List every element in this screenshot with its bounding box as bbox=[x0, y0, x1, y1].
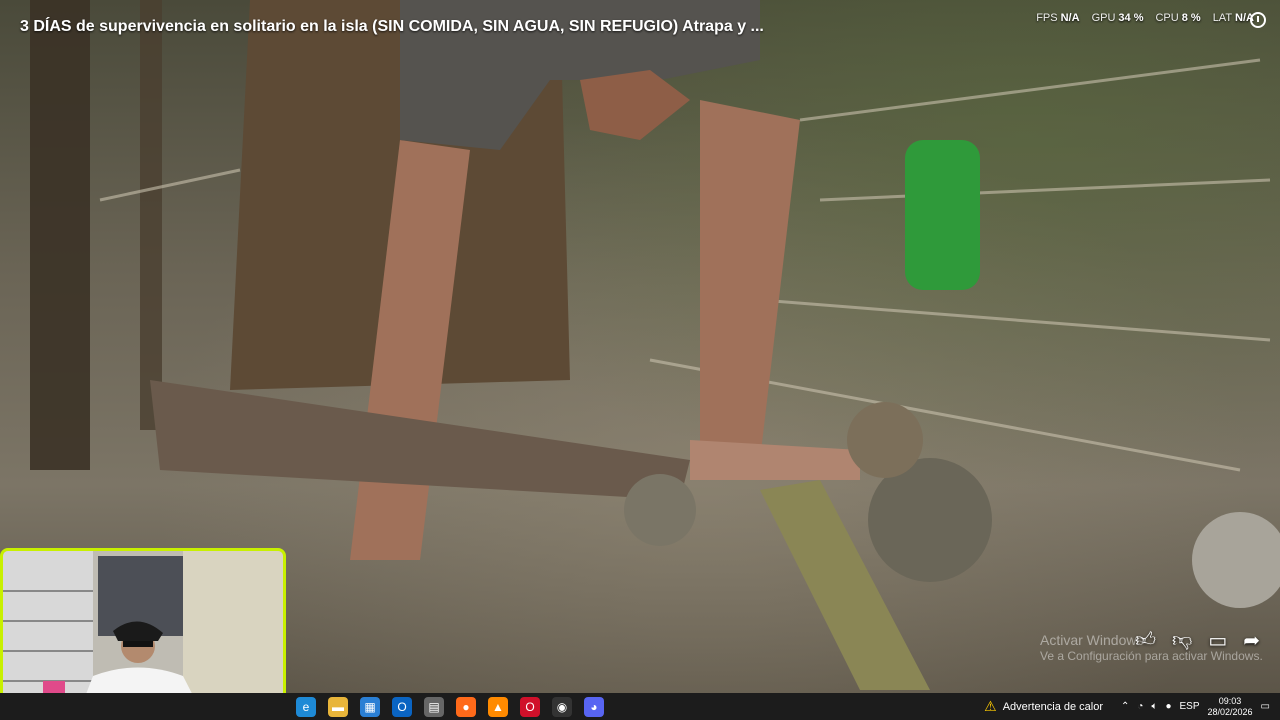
webcam-scene bbox=[3, 551, 283, 715]
video-actions: 👍︎ 👎︎ ▭ ➦ bbox=[1135, 628, 1260, 653]
video-title[interactable]: 3 DÍAS de supervivencia en solitario en … bbox=[20, 18, 764, 36]
microphone-icon[interactable]: ● bbox=[1165, 701, 1171, 712]
gpu-stat: GPU 34 % bbox=[1091, 12, 1144, 24]
firefox-icon[interactable]: ● bbox=[456, 696, 476, 717]
clock[interactable]: 09:03 28/02/2026 bbox=[1208, 696, 1253, 718]
heat-warning[interactable]: ⚠ Advertencia de calor bbox=[984, 698, 1103, 715]
outlook-icon[interactable]: O bbox=[392, 696, 412, 717]
obs-icon[interactable]: ◉ bbox=[552, 696, 572, 717]
comment-icon[interactable]: ▭ bbox=[1208, 628, 1227, 653]
fps-stat: FPS N/A bbox=[1036, 12, 1080, 24]
chevron-up-icon[interactable]: ⌃ bbox=[1121, 701, 1129, 712]
warning-icon: ⚠ bbox=[984, 698, 997, 714]
cpu-stat: CPU 8 % bbox=[1155, 12, 1201, 24]
vlc-icon[interactable]: ▲ bbox=[488, 696, 508, 717]
edge-icon[interactable]: e bbox=[296, 696, 316, 717]
taskbar-apps: e ▬ ▦ O ▤ ● ▲ O ◉ ◕ bbox=[296, 693, 604, 720]
store-icon[interactable]: ▦ bbox=[360, 696, 380, 717]
like-icon[interactable]: 👍︎ bbox=[1135, 628, 1156, 653]
lat-stat: LAT N/A bbox=[1212, 12, 1254, 24]
performance-overlay: FPS N/A GPU 34 % CPU 8 % LAT N/A bbox=[1036, 12, 1254, 24]
app-icon[interactable]: ▤ bbox=[424, 696, 444, 717]
notifications-icon[interactable]: ▭ bbox=[1261, 701, 1270, 712]
share-icon[interactable]: ➦ bbox=[1243, 628, 1260, 653]
volume-icon[interactable]: 🔈︎ bbox=[1151, 701, 1157, 712]
dislike-icon[interactable]: 👎︎ bbox=[1172, 628, 1192, 653]
discord-icon[interactable]: ◕ bbox=[584, 696, 604, 717]
system-tray: ⚠ Advertencia de calor ⌃ ◔ 🔈︎ ● ESP 09:03… bbox=[984, 693, 1270, 720]
language-indicator[interactable]: ESP bbox=[1179, 701, 1199, 712]
network-icon[interactable]: ◔ bbox=[1137, 701, 1143, 712]
taskbar: e ▬ ▦ O ▤ ● ▲ O ◉ ◕ ⚠ Advertencia de calor ⌃ ◔ 🔈︎ … bbox=[0, 693, 1280, 720]
watch-later-icon[interactable] bbox=[1250, 12, 1266, 28]
file-explorer-icon[interactable]: ▬ bbox=[328, 696, 348, 717]
opera-icon[interactable]: O bbox=[520, 696, 540, 717]
